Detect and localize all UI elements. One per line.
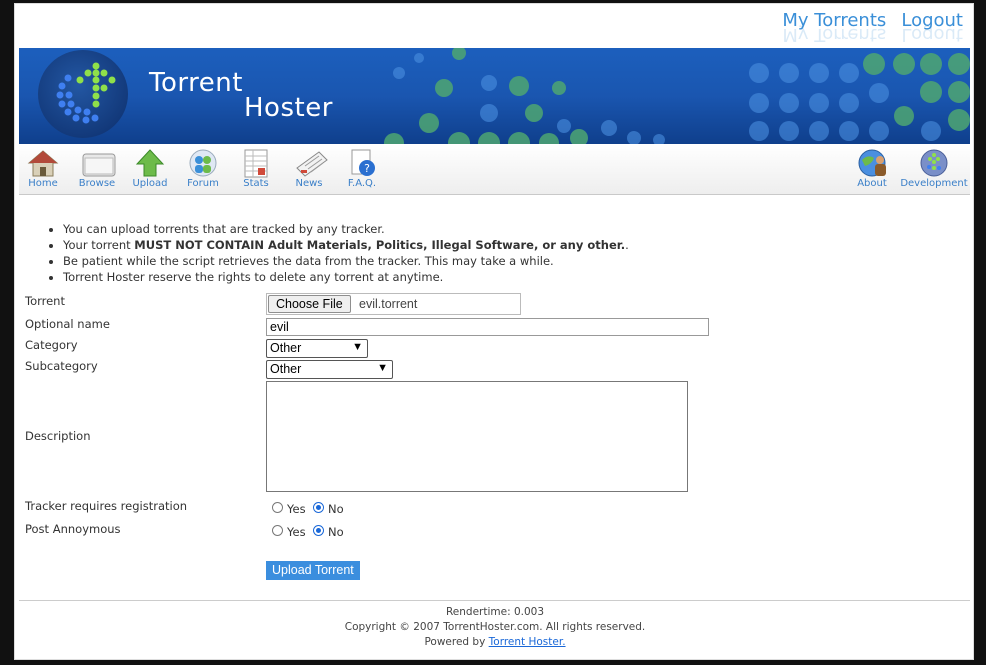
upload-torrent-button[interactable]: Upload Torrent (266, 561, 360, 580)
header-banner: Torrent Hoster (19, 48, 970, 144)
tracker-registration-label: Tracker requires registration (25, 499, 188, 513)
rule-item: Be patient while the script retrieves th… (63, 253, 629, 269)
nav-about[interactable]: About (844, 148, 900, 189)
tracker-registration-no-radio[interactable] (313, 502, 324, 513)
nav-upload[interactable]: Upload (122, 148, 178, 189)
description-label: Description (25, 429, 91, 443)
yes-label: Yes (287, 525, 306, 539)
nav-news[interactable]: News (281, 148, 337, 189)
page-frame: My Torrents My Torrents Logout Logout To… (14, 3, 974, 660)
tracker-registration-yes-radio[interactable] (272, 502, 283, 513)
folder-icon (81, 148, 116, 178)
nav-news-label: News (295, 178, 323, 189)
powered-by-text: Powered by Torrent Hoster. (424, 636, 566, 648)
copyright-text: Copyright © 2007 TorrentHoster.com. All … (344, 621, 646, 633)
globe-arrow-icon (918, 148, 950, 178)
optional-name-input[interactable]: evil (266, 318, 709, 336)
torrent-hoster-link[interactable]: Torrent Hoster. (489, 636, 566, 648)
torrent-label: Torrent (25, 294, 65, 308)
nav-forum-label: Forum (187, 178, 219, 189)
nav-forum[interactable]: Forum (175, 148, 231, 189)
newspaper-icon (293, 148, 328, 178)
post-anonymous-no-radio[interactable] (313, 525, 324, 536)
nav-home[interactable]: Home (15, 148, 71, 189)
no-label: No (328, 525, 344, 539)
nav-upload-label: Upload (132, 178, 168, 189)
nav-development-label: Development (900, 178, 968, 189)
selected-file-name: evil.torrent (359, 297, 418, 311)
logout-link[interactable]: Logout Logout (901, 10, 963, 45)
globe-person-icon (856, 148, 888, 178)
chevron-down-icon: ▼ (377, 362, 388, 374)
chevron-down-icon: ▼ (352, 341, 363, 353)
nav-home-label: Home (28, 178, 58, 189)
main-navigation: Home Browse Upload Forum Stats News ? F.… (19, 144, 970, 195)
yes-label: Yes (287, 502, 306, 516)
no-label: No (328, 502, 344, 516)
choose-file-button[interactable]: Choose File (268, 295, 351, 313)
help-document-icon: ? (346, 148, 378, 178)
up-arrow-icon (134, 148, 166, 178)
category-label: Category (25, 338, 78, 352)
subcategory-select[interactable]: Other ▼ (266, 360, 393, 379)
my-torrents-link[interactable]: My Torrents My Torrents (782, 10, 886, 45)
svg-text:?: ? (364, 162, 370, 175)
nav-development[interactable]: Development (899, 148, 969, 189)
house-icon (27, 148, 59, 178)
rule-item: Torrent Hoster reserve the rights to del… (63, 269, 629, 285)
post-anonymous-yes-radio[interactable] (272, 525, 283, 536)
rule-item: You can upload torrents that are tracked… (63, 221, 629, 237)
optional-name-label: Optional name (25, 317, 110, 331)
banner-dots-decoration (384, 48, 970, 144)
nav-faq[interactable]: ? F.A.Q. (334, 148, 390, 189)
nav-stats[interactable]: Stats (228, 148, 284, 189)
nav-browse[interactable]: Browse (69, 148, 125, 189)
torrent-file-input[interactable]: Choose File evil.torrent (266, 293, 521, 315)
nav-browse-label: Browse (78, 178, 116, 189)
nav-faq-label: F.A.Q. (347, 178, 377, 189)
rule-item: Your torrent MUST NOT CONTAIN Adult Mate… (63, 237, 629, 253)
upload-rules-list: You can upload torrents that are tracked… (47, 221, 629, 285)
nav-about-label: About (857, 178, 887, 189)
category-select[interactable]: Other ▼ (266, 339, 368, 358)
rendertime-text: Rendertime: 0.003 (445, 606, 545, 618)
post-anonymous-label: Post Annoymous (25, 522, 121, 536)
people-icon (187, 148, 219, 178)
spreadsheet-icon (240, 148, 272, 178)
nav-stats-label: Stats (243, 178, 269, 189)
footer-divider (19, 600, 970, 601)
top-links: My Torrents My Torrents Logout Logout (772, 10, 963, 46)
description-textarea[interactable] (266, 381, 688, 492)
subcategory-label: Subcategory (25, 359, 98, 373)
